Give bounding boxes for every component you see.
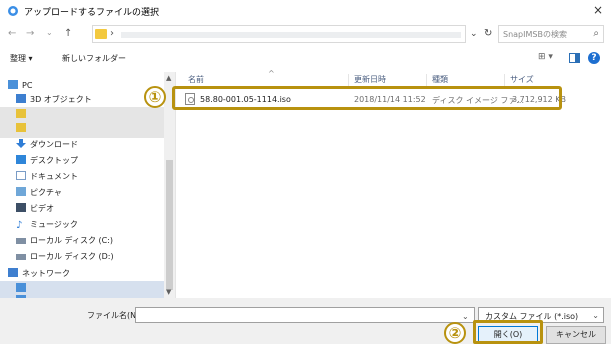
- sidebar-item-local-disk-d[interactable]: ローカル ディスク (D:): [16, 251, 114, 265]
- sidebar-item-label: ミュージック: [30, 220, 78, 229]
- filename-input[interactable]: [135, 307, 475, 323]
- music-icon: ♪: [16, 220, 23, 231]
- desktop-icon: [16, 155, 26, 164]
- sidebar-item-label: ピクチャ: [30, 188, 62, 197]
- new-folder-button[interactable]: 新しいフォルダー: [62, 53, 126, 64]
- sidebar-item-label: ビデオ: [30, 204, 54, 213]
- filename-label: ファイル名(N):: [87, 311, 142, 320]
- column-divider[interactable]: [348, 74, 349, 86]
- sidebar-item-label: ネットワーク: [22, 269, 70, 278]
- sidebar-item-label: PC: [22, 81, 33, 90]
- picture-icon: [16, 187, 26, 196]
- sidebar-item-folder[interactable]: [16, 109, 30, 123]
- title-bar: アップロードするファイルの選択 ×: [0, 0, 611, 22]
- refresh-icon[interactable]: ↻: [484, 28, 492, 39]
- video-icon: [16, 203, 26, 212]
- sidebar-item-downloads[interactable]: ダウンロード: [16, 139, 78, 153]
- cancel-button[interactable]: キャンセル: [546, 326, 606, 344]
- column-header-size[interactable]: サイズ: [510, 74, 534, 85]
- scrollbar-thumb[interactable]: [166, 160, 173, 290]
- column-header-modified[interactable]: 更新日時: [354, 74, 386, 85]
- drive-icon: [16, 254, 26, 260]
- search-icon[interactable]: ⌕: [593, 28, 599, 39]
- sidebar-item-pictures[interactable]: ピクチャ: [16, 187, 62, 201]
- sidebar-item-label: ローカル ディスク (D:): [30, 252, 114, 261]
- network-computer-icon: [16, 283, 26, 292]
- download-icon: [16, 139, 26, 148]
- path-redacted: [121, 32, 461, 38]
- sidebar-item-label: デスクトップ: [30, 156, 78, 165]
- sidebar-item-label: ドキュメント: [30, 172, 78, 181]
- back-icon[interactable]: ←: [8, 28, 16, 39]
- search-placeholder: SnapIMSBの検索: [503, 30, 567, 39]
- recent-locations-icon[interactable]: ⌄: [46, 28, 53, 37]
- step1-badge: ①: [144, 86, 166, 108]
- pc-icon: [8, 80, 18, 89]
- preview-pane-icon[interactable]: [569, 53, 580, 63]
- up-icon[interactable]: ↑: [64, 28, 72, 39]
- sidebar-item-music[interactable]: ♪ ミュージック: [16, 219, 78, 233]
- folder-icon: [95, 29, 107, 39]
- address-bar: ← → ⌄ ↑ › ⌄ ↻ SnapIMSBの検索 ⌕: [0, 22, 611, 46]
- search-input[interactable]: SnapIMSBの検索 ⌕: [498, 25, 604, 43]
- path-input[interactable]: ›: [92, 25, 466, 43]
- sidebar-item-network[interactable]: ネットワーク: [8, 268, 70, 282]
- help-icon[interactable]: ?: [588, 52, 600, 64]
- folder-icon: [16, 123, 26, 132]
- chevron-down-icon[interactable]: ⌄: [470, 29, 478, 39]
- network-icon: [8, 268, 18, 277]
- sidebar-item-folder[interactable]: [16, 123, 30, 137]
- close-button[interactable]: ×: [591, 2, 605, 18]
- command-bar: 整理 ▾ 新しいフォルダー ⊞ ▾ ?: [0, 48, 611, 70]
- scroll-up-icon[interactable]: ▲: [166, 74, 171, 82]
- sidebar-item-videos[interactable]: ビデオ: [16, 203, 54, 217]
- sidebar-item-documents[interactable]: ドキュメント: [16, 171, 78, 185]
- sidebar-item-local-disk-c[interactable]: ローカル ディスク (C:): [16, 235, 113, 249]
- chevron-down-icon: ⌄: [592, 311, 599, 320]
- view-options-icon[interactable]: ⊞ ▾: [538, 52, 553, 62]
- sort-ascending-icon: ^: [268, 69, 275, 78]
- column-header-name[interactable]: 名前: [188, 74, 204, 85]
- window-title: アップロードするファイルの選択: [24, 8, 160, 18]
- sidebar-item-label: ダウンロード: [30, 140, 78, 149]
- chevron-down-icon[interactable]: ⌄: [462, 312, 469, 321]
- path-separator-icon: ›: [110, 28, 114, 39]
- 3d-objects-icon: [16, 94, 26, 103]
- column-divider[interactable]: [504, 74, 505, 86]
- column-divider[interactable]: [426, 74, 427, 86]
- sidebar-item-label: 3D オブジェクト: [30, 95, 92, 104]
- step1-highlight: [172, 86, 562, 110]
- sidebar-item-3d-objects[interactable]: 3D オブジェクト: [16, 94, 92, 108]
- forward-icon[interactable]: →: [26, 28, 34, 39]
- step2-badge: ②: [444, 322, 466, 344]
- folder-icon: [16, 109, 26, 118]
- document-icon: [16, 171, 26, 180]
- organize-button[interactable]: 整理 ▾: [10, 53, 33, 64]
- sidebar-item-label: ローカル ディスク (C:): [30, 236, 114, 245]
- column-header-type[interactable]: 種類: [432, 74, 448, 85]
- app-icon: [8, 6, 18, 16]
- sidebar-item-pc[interactable]: PC: [8, 80, 32, 94]
- sidebar-item-desktop[interactable]: デスクトップ: [16, 155, 78, 169]
- scroll-down-icon[interactable]: ▼: [166, 288, 171, 296]
- drive-icon: [16, 238, 26, 244]
- step2-highlight: [473, 320, 543, 344]
